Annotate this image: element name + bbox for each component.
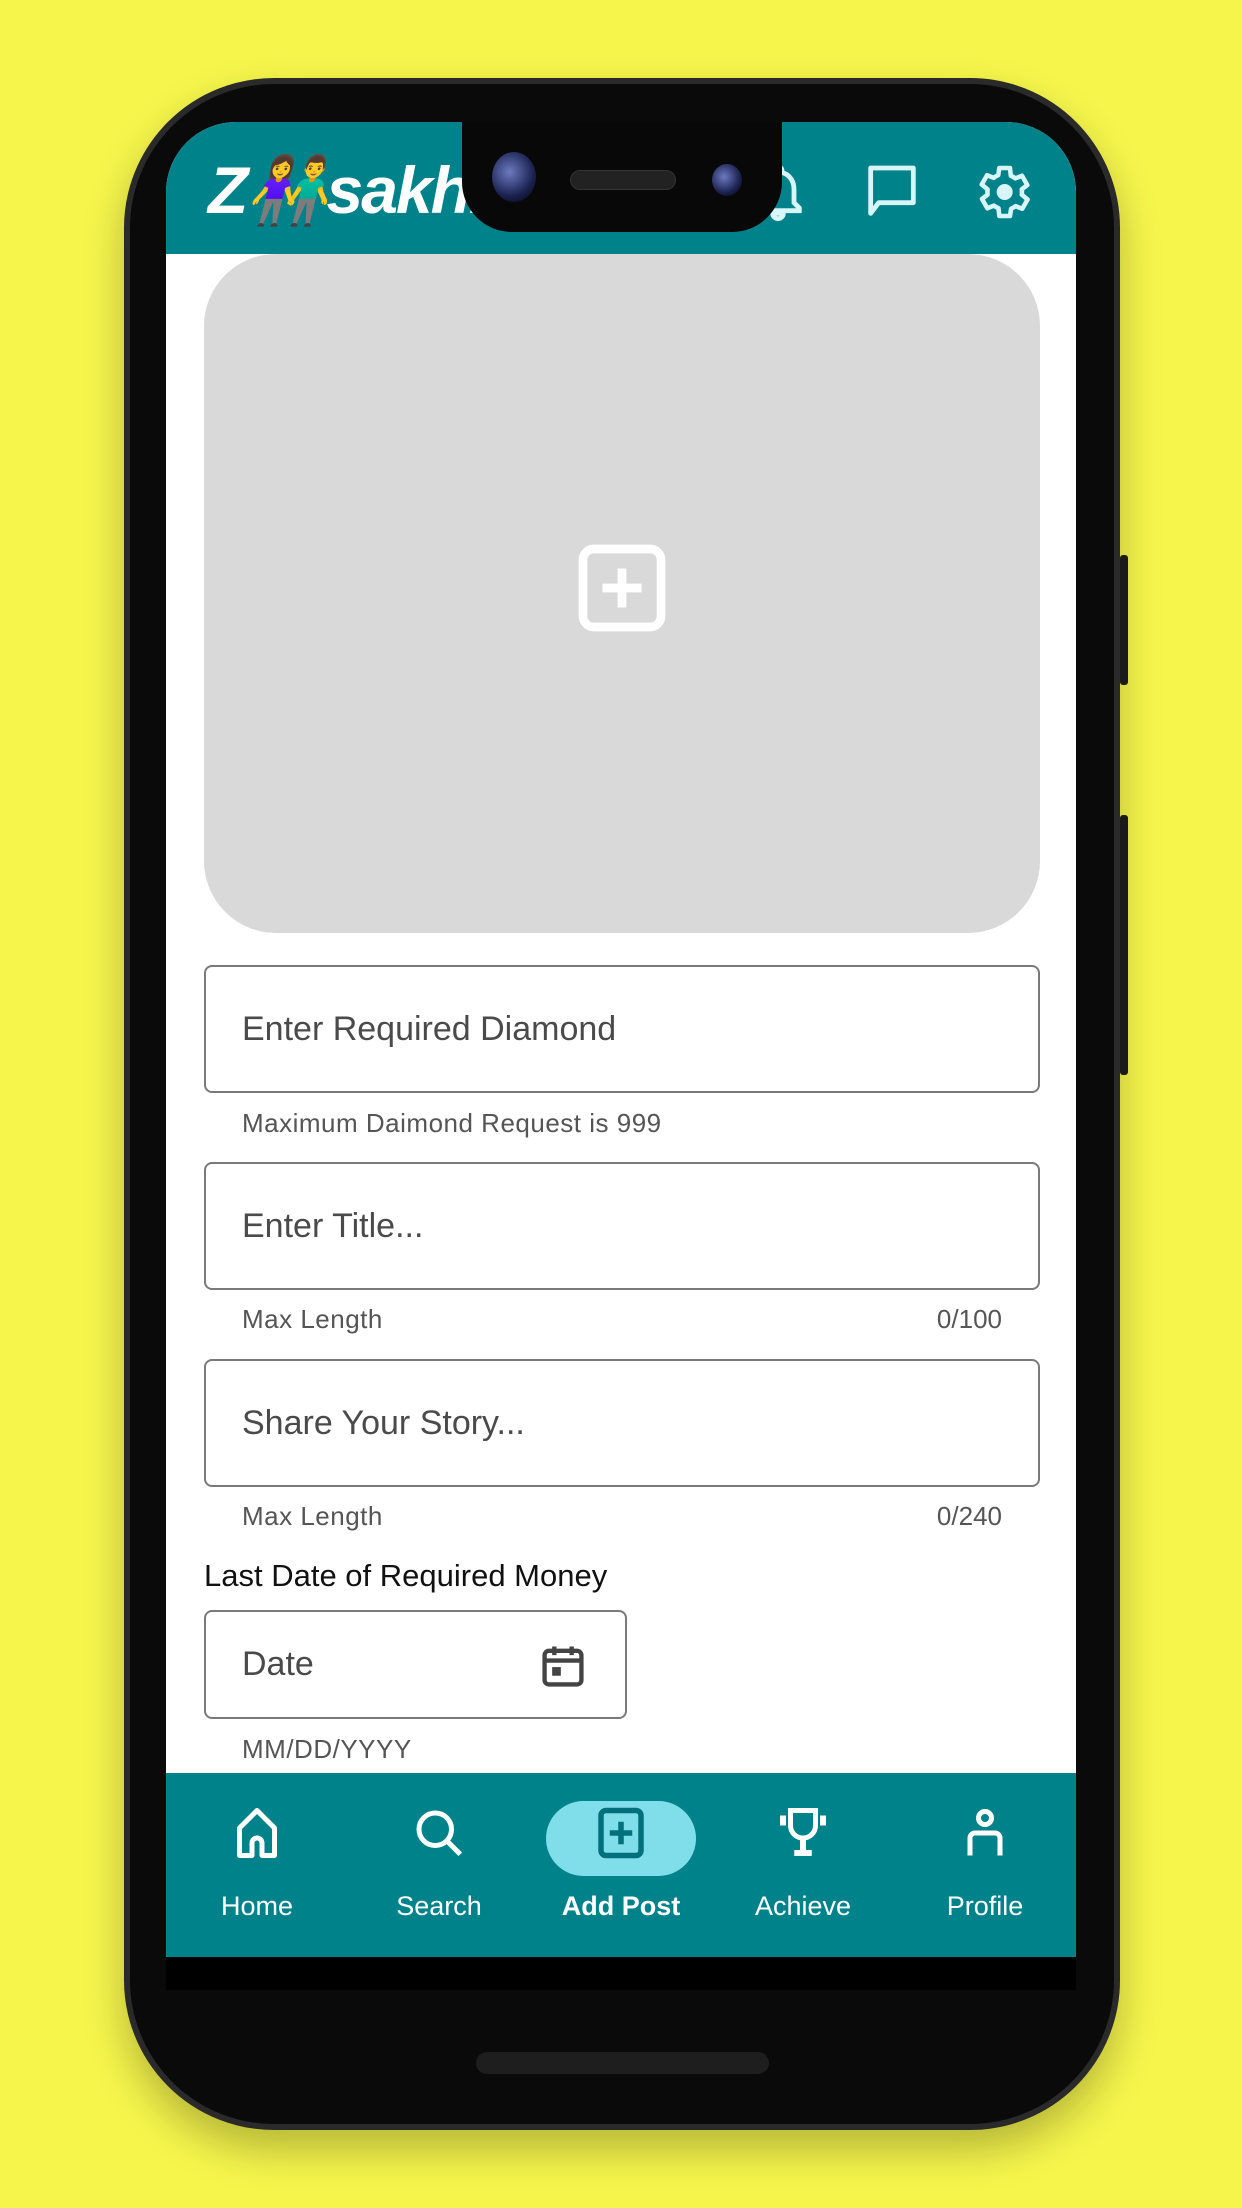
story-counter: 0/240 <box>936 1501 1002 1531</box>
front-camera <box>492 152 536 202</box>
date-input[interactable]: Date <box>204 1610 627 1719</box>
nav-profile[interactable]: Profile <box>894 1773 1076 1957</box>
screen: Z👫sakhi Enter Required Diamond Maximum D… <box>166 122 1076 1990</box>
trophy-icon <box>780 1808 826 1856</box>
app-logo: Z👫sakhi <box>208 152 487 230</box>
diamond-helper: Maximum Daimond Request is 999 <box>242 1108 662 1138</box>
title-counter: 0/100 <box>936 1304 1002 1334</box>
add-box-icon <box>598 1807 644 1859</box>
date-label: Last Date of Required Money <box>204 1558 608 1593</box>
calendar-icon[interactable] <box>537 1640 589 1692</box>
diamond-placeholder: Enter Required Diamond <box>242 1009 617 1048</box>
date-placeholder: Date <box>242 1645 314 1683</box>
nav-label: Achieve <box>754 1891 852 1921</box>
nav-label: Home <box>220 1891 294 1921</box>
title-helper: Max Length <box>242 1304 383 1334</box>
story-placeholder: Share Your Story... <box>242 1403 525 1442</box>
nav-search[interactable]: Search <box>348 1773 530 1957</box>
power-button <box>1120 555 1128 685</box>
nav-add-post[interactable]: Add Post <box>530 1773 712 1957</box>
search-icon <box>416 1810 463 1857</box>
home-icon <box>237 1808 277 1858</box>
story-input[interactable]: Share Your Story... <box>204 1359 1040 1487</box>
person-icon <box>967 1809 1003 1856</box>
title-input[interactable]: Enter Title... <box>204 1162 1040 1290</box>
bottom-navigation: Home Search Add Post Achieve Profile <box>166 1773 1076 1957</box>
logo-prefix: Z <box>208 153 248 227</box>
system-nav-bar <box>166 1957 1076 1990</box>
nav-home[interactable]: Home <box>166 1773 348 1957</box>
title-placeholder: Enter Title... <box>242 1206 424 1245</box>
nav-achieve[interactable]: Achieve <box>712 1773 894 1957</box>
phone-chin-speaker <box>476 2052 769 2074</box>
required-diamond-input[interactable]: Enter Required Diamond <box>204 965 1040 1093</box>
nav-label: Profile <box>946 1891 1024 1921</box>
gear-icon[interactable] <box>970 160 1034 224</box>
logo-figure-icon: 👫 <box>246 153 328 227</box>
chat-icon[interactable] <box>860 160 924 224</box>
nav-label: Add Post <box>561 1891 681 1921</box>
image-upload-area[interactable] <box>204 254 1040 933</box>
story-helper: Max Length <box>242 1501 383 1531</box>
front-sensor <box>712 164 742 196</box>
earpiece <box>570 170 676 190</box>
camera-notch <box>462 122 782 232</box>
volume-button <box>1120 815 1128 1075</box>
date-format-helper: MM/DD/YYYY <box>242 1734 412 1764</box>
add-box-icon <box>578 544 666 632</box>
nav-label: Search <box>396 1891 482 1921</box>
